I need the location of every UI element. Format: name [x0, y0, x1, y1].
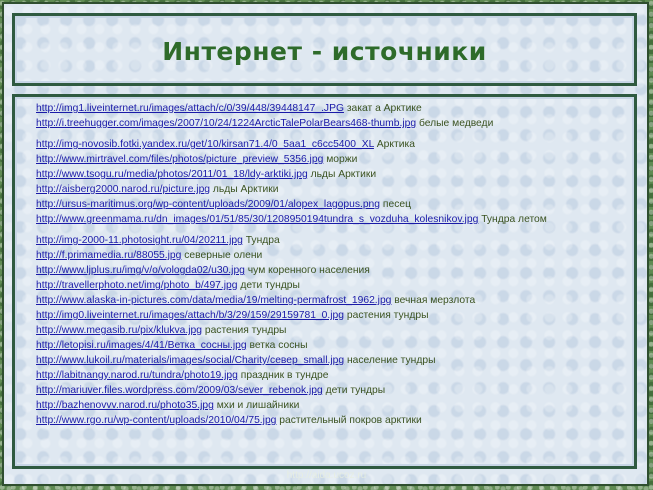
source-link[interactable]: http://img0.liveinternet.ru/images/attac… [36, 310, 344, 321]
source-description: мхи и лишайники [216, 400, 300, 411]
source-link[interactable]: http://www.ljplus.ru/img/v/o/vologda02/u… [36, 265, 245, 276]
source-item: http://letopisi.ru/images/4/41/Ветка_сос… [36, 338, 628, 353]
source-link[interactable]: http://mariuver.files.wordpress.com/2009… [36, 385, 323, 396]
source-item: http://travellerphoto.net/img/photo_b/49… [36, 278, 628, 293]
source-description: праздник в тундре [240, 370, 329, 381]
source-link[interactable]: http://img-2000-11.photosight.ru/04/2021… [36, 235, 243, 246]
source-item: http://www.alaska-in-pictures.com/data/m… [36, 293, 628, 308]
source-description: растения тундры [204, 325, 287, 336]
source-item: http://img0.liveinternet.ru/images/attac… [36, 308, 628, 323]
source-description: ветка сосны [249, 340, 308, 351]
source-link[interactable]: http://img-novosib.fotki.yandex.ru/get/1… [36, 139, 374, 150]
source-description: льды Арктики [212, 184, 279, 195]
source-item: http://www.greenmama.ru/dn_images/01/51/… [36, 212, 628, 227]
source-link[interactable]: http://www.rgo.ru/wp-content/uploads/201… [36, 415, 276, 426]
source-item: http://www.tsogu.ru/media/photos/2011/01… [36, 167, 628, 182]
source-link[interactable]: http://letopisi.ru/images/4/41/Ветка_сос… [36, 340, 247, 351]
source-link[interactable]: http://img1.liveinternet.ru/images/attac… [36, 103, 344, 114]
source-description: закат а Арктике [346, 103, 422, 114]
source-description: вечная мерзлота [394, 295, 476, 306]
source-description: чум коренного населения [247, 265, 370, 276]
source-description: Тундра [245, 235, 280, 246]
source-description: северные олени [184, 250, 263, 261]
source-item: http://i.treehugger.com/images/2007/10/2… [36, 116, 628, 131]
source-description: Арктика [376, 139, 415, 150]
source-item: http://mariuver.files.wordpress.com/2009… [36, 383, 628, 398]
source-link[interactable]: http://www.alaska-in-pictures.com/data/m… [36, 295, 391, 306]
sources-panel: http://img1.liveinternet.ru/images/attac… [12, 94, 637, 469]
source-link[interactable]: http://bazhenovvv.narod.ru/photo35.jpg [36, 400, 214, 411]
source-description: льды Арктики [310, 169, 377, 180]
sources-list: http://img1.liveinternet.ru/images/attac… [36, 101, 628, 428]
source-item: http://f.primamedia.ru/88055.jpg северны… [36, 248, 628, 263]
source-link[interactable]: http://labitnangy.narod.ru/tundra/photo1… [36, 370, 238, 381]
source-item: http://www.mirtravel.com/files/photos/pi… [36, 152, 628, 167]
source-description: песец [382, 199, 411, 210]
source-description: дети тундры [240, 280, 300, 291]
source-link[interactable]: http://travellerphoto.net/img/photo_b/49… [36, 280, 238, 291]
source-item: http://labitnangy.narod.ru/tundra/photo1… [36, 368, 628, 383]
source-link[interactable]: http://i.treehugger.com/images/2007/10/2… [36, 118, 416, 129]
source-description: растительный покров арктики [279, 415, 422, 426]
source-link[interactable]: http://www.megasib.ru/pix/klukva.jpg [36, 325, 202, 336]
source-item: http://img1.liveinternet.ru/images/attac… [36, 101, 628, 116]
source-description: белые медведи [418, 118, 494, 129]
source-link[interactable]: http://f.primamedia.ru/88055.jpg [36, 250, 181, 261]
slide-title: Интернет - источники [162, 37, 487, 66]
source-item: http://www.ljplus.ru/img/v/o/vologda02/u… [36, 263, 628, 278]
source-description: дети тундры [325, 385, 386, 396]
source-item: http://img-novosib.fotki.yandex.ru/get/1… [36, 137, 628, 152]
source-item: http://ursus-maritimus.org/wp-content/up… [36, 197, 628, 212]
source-item: http://aisberg2000.narod.ru/picture.jpg … [36, 182, 628, 197]
source-item: http://www.lukoil.ru/materials/images/so… [36, 353, 628, 368]
source-link[interactable]: http://www.mirtravel.com/files/photos/pi… [36, 154, 323, 165]
source-link[interactable]: http://ursus-maritimus.org/wp-content/up… [36, 199, 380, 210]
source-description: растения тундры [346, 310, 429, 321]
source-item: http://img-2000-11.photosight.ru/04/2021… [36, 233, 628, 248]
source-link[interactable]: http://www.tsogu.ru/media/photos/2011/01… [36, 169, 308, 180]
title-band: Интернет - источники [12, 13, 637, 86]
source-description: население тундры [346, 355, 436, 366]
source-link[interactable]: http://aisberg2000.narod.ru/picture.jpg [36, 184, 210, 195]
source-link[interactable]: http://www.lukoil.ru/materials/images/so… [36, 355, 344, 366]
source-description: моржи [326, 154, 358, 165]
source-link[interactable]: http://www.greenmama.ru/dn_images/01/51/… [36, 214, 478, 225]
source-item: http://www.rgo.ru/wp-content/uploads/201… [36, 413, 628, 428]
source-description: Тундра летом [481, 214, 547, 225]
watermark: http://aida.ucoz.ru [286, 470, 367, 481]
source-item: http://bazhenovvv.narod.ru/photo35.jpg м… [36, 398, 628, 413]
source-item: http://www.megasib.ru/pix/klukva.jpg рас… [36, 323, 628, 338]
